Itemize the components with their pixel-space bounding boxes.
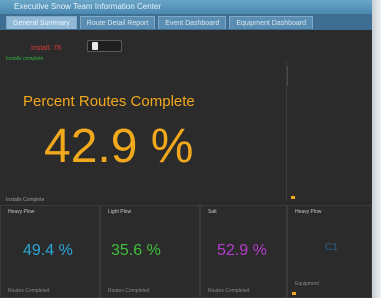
tab-route-detail-report[interactable]: Route Detail Report xyxy=(79,16,156,29)
card-value: 35.6 % xyxy=(111,242,161,259)
toggle-knob[interactable] xyxy=(92,42,98,50)
percent-routes-panel: Percent Routes Complete 42.9 % xyxy=(0,62,287,202)
percent-routes-title: Percent Routes Complete xyxy=(23,93,195,110)
card-label: Heavy Plow xyxy=(8,209,35,215)
window-title: Executive Snow Team Information Center xyxy=(14,2,162,11)
window-edge xyxy=(372,0,381,298)
install-toggle[interactable] xyxy=(87,40,122,52)
install-count-label: Install: 78 xyxy=(31,45,61,52)
top-toolbar: Install: 78 Installs complete Event Type… xyxy=(0,30,372,86)
tab-event-dashboard[interactable]: Event Dashboard xyxy=(158,16,227,29)
side-panel xyxy=(288,62,372,202)
card-label: Heavy Plow xyxy=(295,209,322,215)
card-light-plow[interactable]: Light Plow 35.6 % Routes Completed xyxy=(100,205,200,298)
card-foot: Routes Completed xyxy=(108,288,150,294)
side-indicator xyxy=(291,196,295,199)
card-label: Light Plow xyxy=(108,209,132,215)
window-titlebar: Executive Snow Team Information Center xyxy=(0,0,372,14)
card-value: C1 xyxy=(325,242,338,253)
tab-equipment-dashboard[interactable]: Equipment Dashboard xyxy=(229,16,314,29)
tab-general-summary[interactable]: General Summary xyxy=(6,16,77,29)
app-window: Executive Snow Team Information Center G… xyxy=(0,0,372,298)
card-foot: Equipment xyxy=(295,281,319,287)
tab-bar: General Summary Route Detail Report Even… xyxy=(0,14,372,30)
card-indicator xyxy=(292,292,296,295)
card-salt[interactable]: Salt 52.9 % Routes Completed xyxy=(200,205,287,298)
card-equipment[interactable]: Heavy Plow C1 Equipment xyxy=(287,205,372,298)
card-value: 49.4 % xyxy=(23,242,73,259)
card-foot: Routes Completed xyxy=(8,288,50,294)
card-foot: Routes Completed xyxy=(208,288,250,294)
installs-complete-label: Installs Complete xyxy=(6,197,45,203)
percent-routes-value: 42.9 % xyxy=(44,120,194,173)
card-value: 52.9 % xyxy=(217,242,267,259)
card-label: Salt xyxy=(208,209,217,215)
card-heavy-plow[interactable]: Heavy Plow 49.4 % Routes Completed xyxy=(0,205,100,298)
